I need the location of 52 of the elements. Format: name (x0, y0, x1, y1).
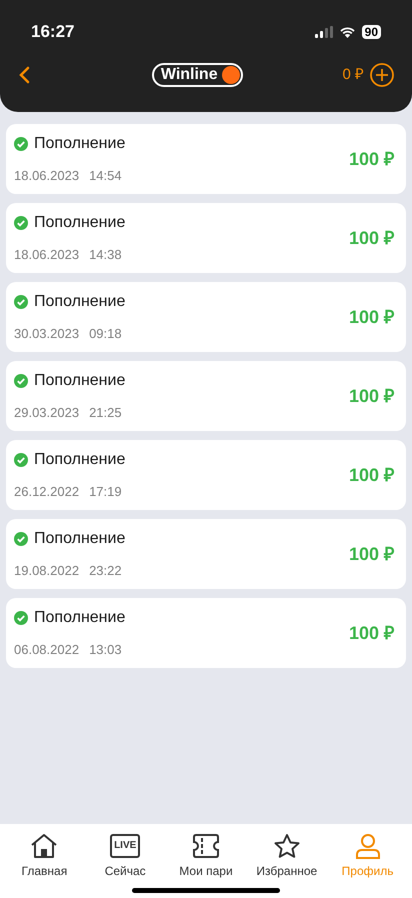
transaction-time: 14:54 (89, 167, 122, 186)
star-icon (272, 833, 301, 859)
ticket-icon (192, 833, 220, 859)
tab[interactable]: Мои пари (166, 833, 246, 880)
transaction-amount: 100 ₽ (348, 542, 394, 566)
transaction-date: 06.08.2022 (14, 641, 80, 660)
live-icon: LIVE (110, 834, 140, 858)
tab[interactable]: Главная (4, 833, 84, 880)
transaction-card[interactable]: Пополнение 29.03.2023 21:25 100 ₽ (6, 361, 406, 431)
transaction-card[interactable]: Пополнение 26.12.2022 17:19 100 ₽ (6, 440, 406, 510)
transaction-card[interactable]: Пополнение 06.08.2022 13:03 100 ₽ (6, 598, 406, 668)
battery-indicator: 90 (362, 25, 381, 39)
transaction-time: 14:38 (89, 246, 122, 264)
transaction-card[interactable]: Пополнение 18.06.2023 14:38 100 ₽ (6, 203, 406, 273)
transaction-date: 19.08.2022 (14, 562, 80, 580)
transaction-title: Пополнение (34, 134, 126, 154)
balance-amount: 0 ₽ (342, 64, 364, 85)
transaction-card[interactable]: Пополнение 18.06.2023 14:54 100 ₽ (6, 124, 406, 194)
transaction-amount: 100 ₽ (348, 384, 394, 408)
transaction-card[interactable]: Пополнение 19.08.2022 23:22 100 ₽ (6, 519, 406, 589)
transaction-time: 13:03 (89, 641, 122, 660)
transaction-title: Пополнение (34, 608, 126, 628)
wifi-icon (338, 26, 356, 38)
transaction-title: Пополнение (34, 450, 126, 470)
transaction-time: 17:19 (89, 483, 122, 502)
transaction-amount: 100 ₽ (348, 622, 394, 644)
transaction-title: Пополнение (34, 371, 126, 392)
transaction-amount: 100 ₽ (348, 464, 394, 486)
transaction-amount: 100 ₽ (348, 306, 394, 328)
signal-icon (314, 26, 333, 38)
status-time: 16:27 (31, 21, 74, 44)
tab[interactable]: LIVE Сейчас (85, 833, 166, 880)
transaction-amount: 100 ₽ (348, 226, 394, 250)
add-icon[interactable] (370, 63, 394, 87)
transaction-amount: 100 ₽ (348, 148, 394, 170)
home-icon (30, 833, 58, 859)
transaction-date: 18.06.2023 (14, 167, 80, 186)
transaction-card[interactable]: Пополнение 30.03.2023 09:18 100 ₽ (6, 282, 406, 352)
logo: Winline (152, 63, 243, 87)
back-icon[interactable] (18, 66, 30, 84)
transaction-time: 23:22 (89, 562, 122, 580)
transaction-date: 18.06.2023 (14, 246, 80, 264)
transaction-title: Пополнение (34, 529, 126, 550)
person-icon (354, 833, 382, 859)
tab[interactable]: Избранное (246, 833, 327, 880)
transaction-title: Пополнение (34, 292, 126, 312)
transaction-time: 09:18 (89, 325, 122, 344)
transaction-time: 21:25 (89, 404, 122, 422)
transaction-date: 26.12.2022 (14, 483, 80, 502)
transaction-date: 29.03.2023 (14, 404, 80, 422)
transaction-title: Пополнение (34, 213, 126, 234)
transaction-date: 30.03.2023 (14, 325, 80, 344)
